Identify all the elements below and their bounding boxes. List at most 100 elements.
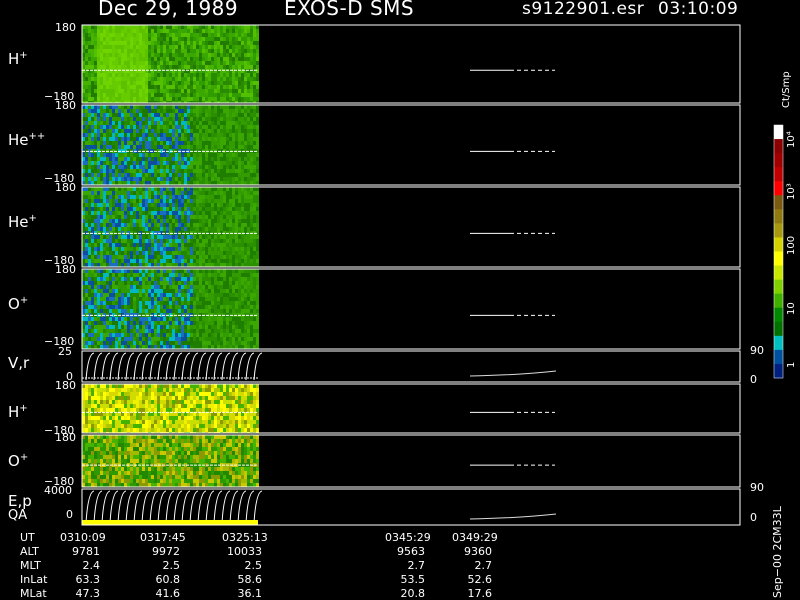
curve-vr (149, 352, 159, 381)
spectro-cell-hepp (88, 141, 91, 145)
spectro-cell-o1 (94, 329, 97, 333)
spectro-cell-h1 (208, 97, 211, 101)
spectro-cell-o1 (244, 337, 247, 341)
spectro-cell-h1 (157, 89, 160, 93)
spectro-cell-o1 (244, 309, 247, 313)
spectro-cell-o1 (241, 329, 244, 333)
spectro-cell-hep (112, 227, 115, 231)
spectro-cell-h1 (115, 97, 118, 101)
spectro-cell-o1 (169, 345, 172, 349)
spectro-cell-o1 (121, 345, 124, 349)
spectro-cell-h2 (103, 416, 106, 420)
spectro-cell-hepp (175, 177, 178, 181)
spectro-cell-hep (226, 195, 229, 199)
spectro-cell-h1 (247, 49, 250, 53)
spectro-cell-o1 (106, 337, 109, 341)
spectro-cell-hepp (226, 117, 229, 121)
spectro-cell-hep (154, 215, 157, 219)
spectro-cell-h1 (196, 65, 199, 69)
spectro-cell-hepp (133, 133, 136, 137)
spectro-cell-o1 (208, 341, 211, 345)
spectro-cell-hepp (208, 137, 211, 141)
spectro-cell-o1 (199, 309, 202, 313)
spectro-cell-hep (118, 195, 121, 199)
spectro-cell-h1 (169, 45, 172, 49)
spectro-cell-h1 (160, 57, 163, 61)
spectro-cell-h1 (139, 81, 142, 85)
spectro-cell-hep (139, 195, 142, 199)
spectro-cell-hepp (211, 121, 214, 125)
spectro-cell-o1 (160, 345, 163, 349)
spectro-cell-hepp (118, 169, 121, 173)
spectro-cell-hepp (196, 165, 199, 169)
spectro-cell-h1 (124, 69, 127, 73)
spectro-cell-hep (178, 235, 181, 239)
spectro-cell-h1 (139, 37, 142, 41)
spectro-cell-hepp (187, 165, 190, 169)
spectro-cell-hep (214, 187, 217, 191)
spectro-cell-o1 (103, 325, 106, 329)
spectro-cell-hep (106, 207, 109, 211)
spectro-cell-o1 (223, 317, 226, 321)
spectro-cell-h1 (184, 37, 187, 41)
spectro-cell-o1 (148, 289, 151, 293)
spectro-cell-hepp (223, 137, 226, 141)
spectro-cell-h1 (91, 57, 94, 61)
spectro-cell-hep (85, 235, 88, 239)
spectro-cell-hepp (124, 133, 127, 137)
spectro-cell-hep (133, 187, 136, 191)
spectro-cell-o1 (187, 273, 190, 277)
spectro-cell-hepp (121, 117, 124, 121)
spectro-cell-hep (97, 199, 100, 203)
spectro-cell-hep (136, 251, 139, 255)
spectro-cell-hep (244, 199, 247, 203)
spectro-cell-h1 (106, 81, 109, 85)
spectro-cell-hepp (88, 117, 91, 121)
spectro-cell-o1 (205, 325, 208, 329)
spectro-cell-hep (181, 247, 184, 251)
spectro-cell-o1 (97, 285, 100, 289)
spectro-cell-hepp (220, 109, 223, 113)
spectro-cell-hepp (181, 125, 184, 129)
spectro-cell-hepp (118, 157, 121, 161)
spectro-cell-hep (247, 235, 250, 239)
spectro-cell-hep (193, 199, 196, 203)
spectro-cell-hepp (199, 169, 202, 173)
spectro-cell-o1 (166, 273, 169, 277)
spectro-cell-hepp (217, 141, 220, 145)
spectro-cell-o1 (91, 345, 94, 349)
spectro-cell-h1 (139, 29, 142, 33)
spectro-cell-o1 (187, 325, 190, 329)
spectro-cell-hep (247, 223, 250, 227)
spectro-cell-o1 (142, 301, 145, 305)
spectro-cell-o1 (256, 325, 259, 329)
spectro-cell-o1 (253, 317, 256, 321)
spectro-cell-o1 (226, 281, 229, 285)
spectro-cell-hep (163, 247, 166, 251)
spectro-cell-h1 (136, 93, 139, 97)
spectro-cell-o1 (214, 301, 217, 305)
spectro-cell-o1 (232, 289, 235, 293)
spectro-cell-o1 (208, 305, 211, 309)
spectro-cell-hep (88, 195, 91, 199)
spectro-cell-h1 (256, 25, 259, 29)
spectro-cell-h1 (139, 25, 142, 29)
spectro-cell-hep (253, 187, 256, 191)
spectro-cell-h2 (106, 396, 109, 400)
spectro-cell-h2 (118, 420, 121, 424)
spectro-cell-h1 (154, 93, 157, 97)
spectro-cell-h1 (139, 73, 142, 77)
spectro-cell-o1 (166, 277, 169, 281)
spectro-cell-hepp (160, 137, 163, 141)
spectro-cell-hep (160, 203, 163, 207)
spectro-cell-hep (160, 259, 163, 263)
spectro-cell-hepp (229, 173, 232, 177)
spectro-cell-hep (232, 235, 235, 239)
spectro-cell-hep (94, 195, 97, 199)
spectro-cell-hep (163, 211, 166, 215)
spectro-cell-hep (250, 207, 253, 211)
spectro-cell-hep (226, 227, 229, 231)
spectro-cell-o1 (121, 273, 124, 277)
spectro-cell-hepp (136, 153, 139, 157)
spectro-cell-hepp (232, 105, 235, 109)
